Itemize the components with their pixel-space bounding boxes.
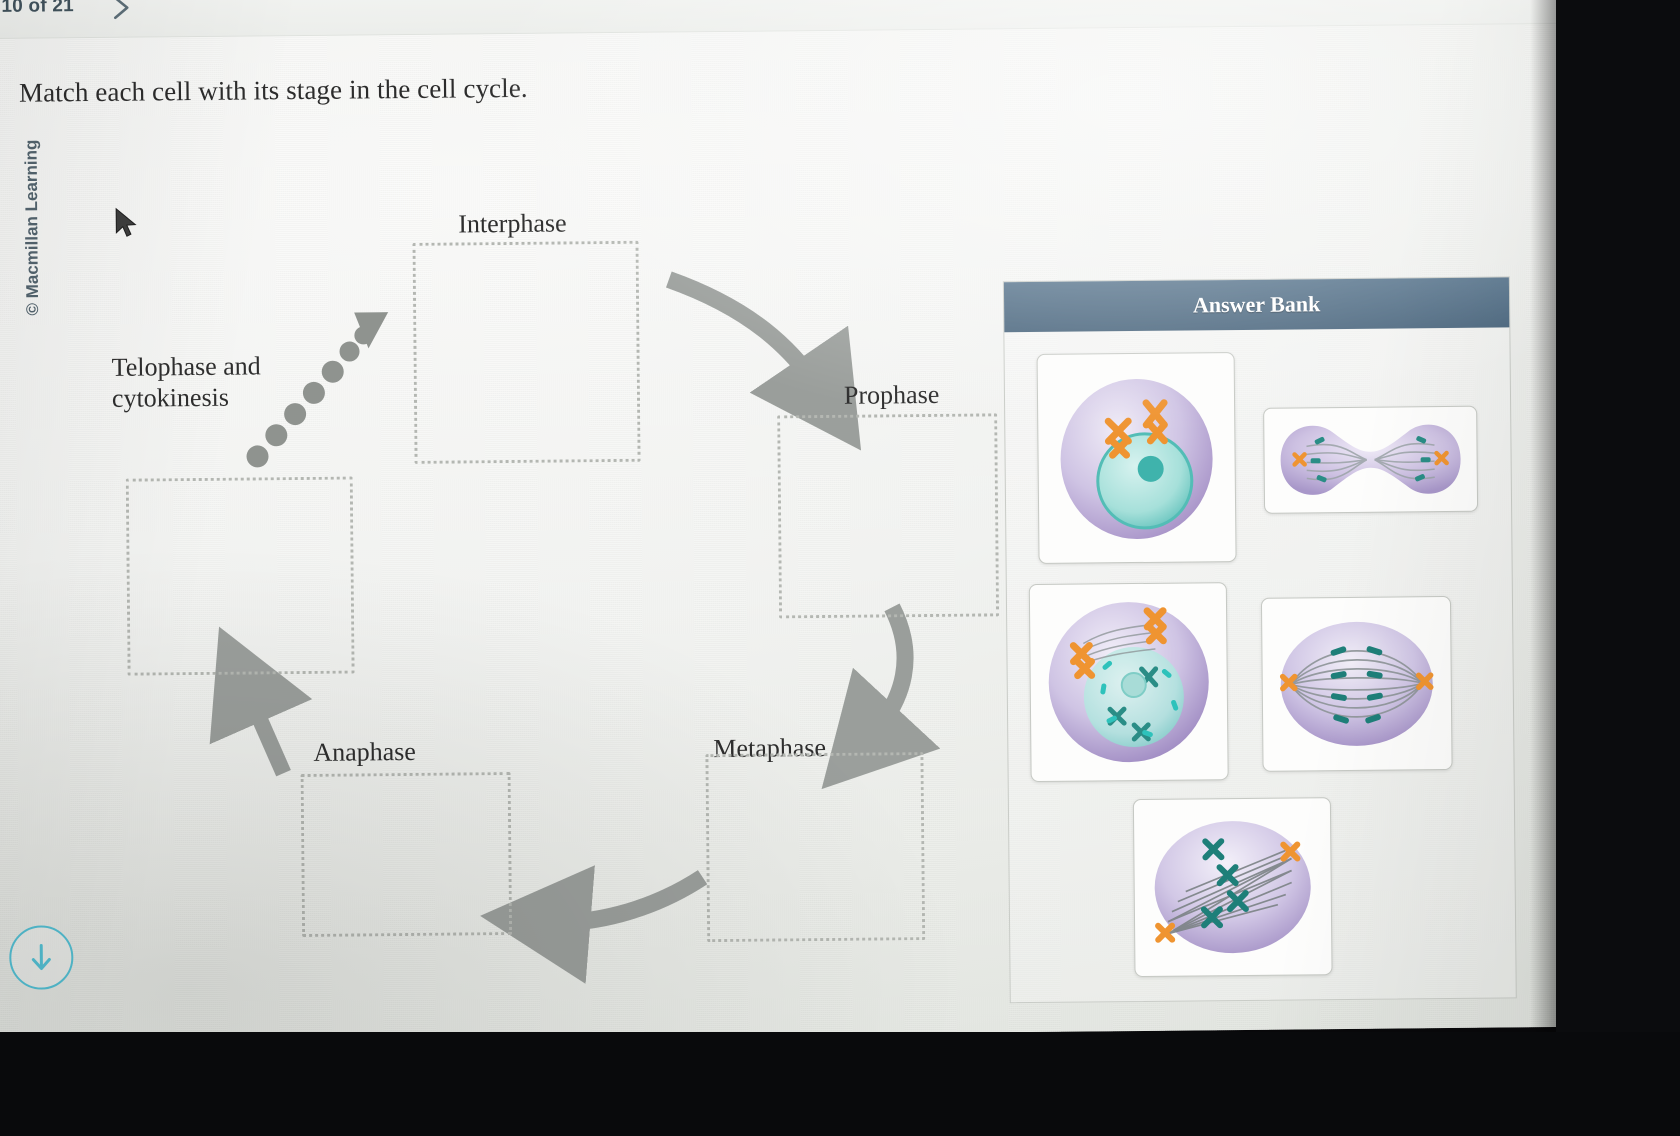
page-title: Match each cell with its stage in the ce… [18, 72, 528, 108]
copyright-label: © Macmillan Learning [21, 139, 43, 316]
prophase-dropzone[interactable] [777, 413, 1000, 619]
cell-interphase-icon [1048, 602, 1209, 763]
answer-bank-title: Answer Bank [1003, 277, 1510, 333]
answer-bank-panel: Answer Bank [1002, 276, 1517, 1004]
lesson-screen: n 10 of 21 © Macmillan Learning Match ea… [0, 0, 1584, 1042]
scroll-down-button[interactable] [9, 925, 74, 990]
question-counter: n 10 of 21 [0, 0, 74, 17]
cell-telophase-cytokinesis-icon [1280, 424, 1461, 495]
device-bezel-bottom [0, 1032, 1680, 1136]
arrow-down-icon [31, 944, 51, 971]
stage-label-telophase: Telophase and cytokinesis [111, 351, 261, 413]
photographed-screen: n 10 of 21 © Macmillan Learning Match ea… [0, 0, 1680, 1136]
stage-label-prophase: Prophase [843, 379, 940, 410]
anaphase-dropzone[interactable] [300, 772, 513, 938]
card-prophase[interactable] [1036, 352, 1237, 564]
card-metaphase[interactable] [1260, 595, 1453, 772]
telophase-dropzone[interactable] [125, 476, 355, 676]
cell-anaphase-icon [1154, 821, 1311, 954]
stage-label-anaphase: Anaphase [313, 736, 417, 767]
card-telophase[interactable] [1263, 405, 1479, 514]
cell-metaphase-icon [1279, 621, 1434, 746]
card-anaphase[interactable] [1132, 797, 1333, 978]
chevron-right-icon[interactable] [106, 0, 136, 25]
interphase-dropzone[interactable] [412, 240, 641, 464]
card-interphase[interactable] [1028, 582, 1229, 783]
mouse-pointer-icon [115, 207, 137, 237]
stage-label-interphase: Interphase [458, 208, 567, 239]
cell-prophase-icon [1060, 378, 1213, 539]
device-bezel-right [1556, 0, 1680, 1136]
question-navigation-bar: n 10 of 21 [0, 0, 1574, 39]
metaphase-dropzone[interactable] [705, 752, 926, 943]
